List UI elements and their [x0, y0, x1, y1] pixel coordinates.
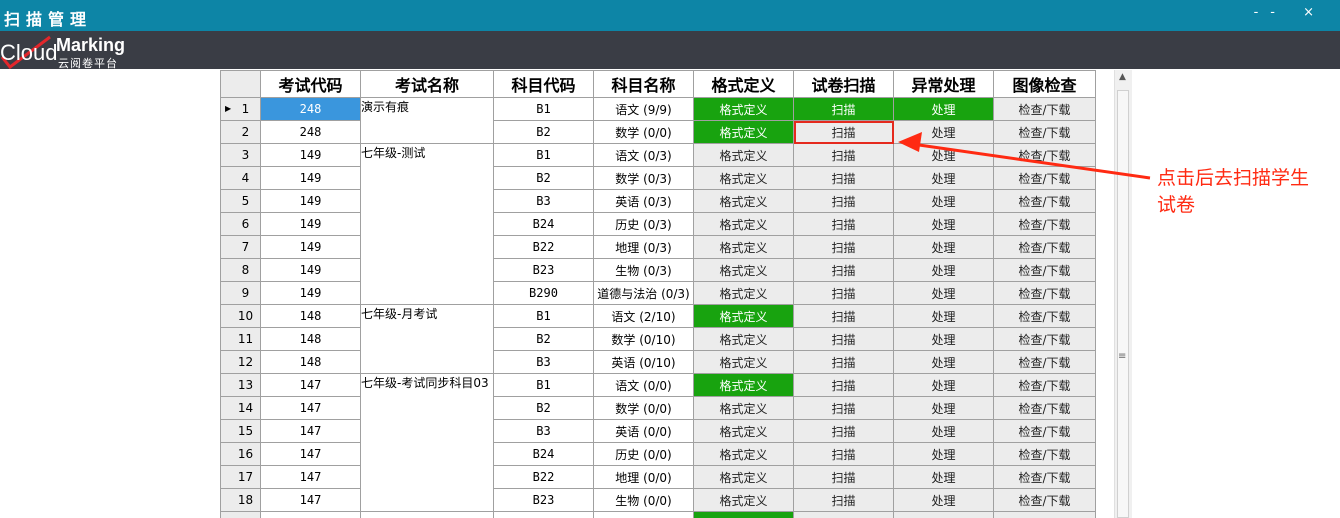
annotation-line-1: 点击后去扫描学生 [1157, 167, 1310, 189]
annotation-text: 点击后去扫描学生 试卷 [1157, 165, 1337, 219]
annotation-arrow [898, 132, 1151, 180]
annotation-line-2: 试卷 [1157, 194, 1196, 216]
